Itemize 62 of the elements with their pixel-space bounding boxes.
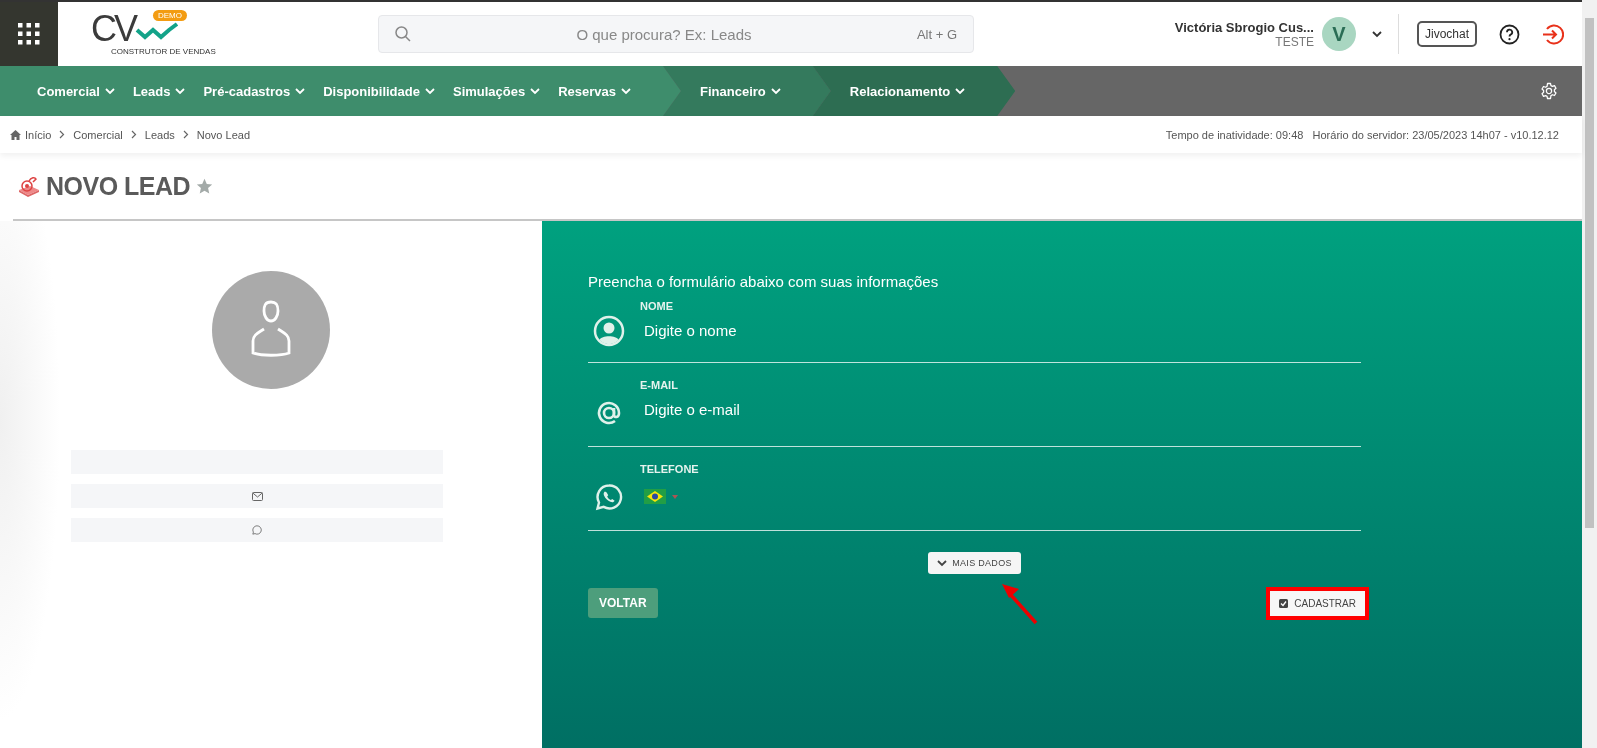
search-field[interactable]: O que procura? Ex: Leads: [421, 24, 907, 44]
brazil-flag-icon: [644, 489, 666, 504]
target-stamp-icon: [18, 175, 40, 197]
search-box[interactable]: O que procura? Ex: Leads Alt + G: [378, 15, 974, 53]
chevron-down-icon: [955, 87, 966, 95]
nav-menu-item[interactable]: Relacionamento: [849, 83, 966, 99]
more-data-button[interactable]: MAIS DADOS: [928, 552, 1021, 574]
search-icon: [395, 26, 411, 42]
vertical-scrollbar[interactable]: [1582, 0, 1597, 748]
field-label: NOME: [640, 300, 674, 312]
form-intro: Preencha o formulário abaixo com suas informações: [588, 273, 940, 290]
chat-button[interactable]: Jivochat: [1416, 21, 1477, 47]
page-title: NOVO LEAD: [46, 171, 191, 201]
user-circle-icon: [593, 315, 625, 347]
logo-letters: CV: [91, 12, 135, 46]
nav-menu-item[interactable]: Simulações: [452, 83, 541, 99]
shortcut-hint: Alt + G: [916, 26, 957, 42]
back-button[interactable]: VOLTAR: [588, 588, 658, 618]
person-silhouette-icon: [250, 300, 292, 360]
nav-menu-item[interactable]: Disponibilidade: [323, 83, 435, 99]
breadcrumb-link[interactable]: Leads: [144, 128, 175, 141]
apps-menu-button[interactable]: [0, 2, 58, 66]
whatsapp-icon: [252, 525, 262, 535]
whatsapp-icon: [595, 482, 623, 511]
checkbox-icon: [1279, 598, 1289, 608]
field-label: E-MAIL: [640, 379, 679, 391]
chevron-down-icon: [104, 87, 115, 95]
nav-menu-item[interactable]: Leads: [132, 83, 186, 99]
help-icon[interactable]: [1499, 23, 1520, 45]
demo-badge: DEMO: [153, 10, 187, 21]
breadcrumb-link[interactable]: Início: [10, 128, 52, 141]
breadcrumb-link[interactable]: Novo Lead: [196, 128, 250, 141]
user-role: TESTE: [1275, 34, 1314, 49]
chevron-down-icon: [175, 87, 186, 95]
logo-tagline: CONSTRUTOR DE VENDAS: [111, 47, 216, 56]
user-name: Victória Sbrogio Cus...: [1174, 19, 1314, 35]
chevron-down-icon: [530, 87, 541, 95]
nav-menu-item[interactable]: Financeiro: [700, 83, 781, 99]
chevron-right-icon: [182, 130, 189, 139]
status-text: Tempo de inatividade: 09:48 Horário do servidor: 23/05/2023 14h07 - v10.12.12: [1165, 128, 1559, 141]
logout-icon[interactable]: [1542, 23, 1564, 45]
nav-menu-item[interactable]: Pré-cadastros: [203, 83, 306, 99]
chevron-down-icon: [424, 87, 435, 95]
favorite-star-icon[interactable]: [196, 177, 214, 195]
user-avatar[interactable]: V: [1321, 17, 1356, 51]
chevron-right-icon: [59, 130, 66, 139]
chevron-down-icon: [937, 559, 948, 567]
settings-icon[interactable]: [1540, 82, 1558, 100]
user-menu-chevron-icon: [1371, 30, 1382, 38]
envelope-icon: [251, 491, 263, 501]
field-label: TELEFONE: [640, 463, 700, 475]
breadcrumb-link[interactable]: Comercial: [73, 128, 123, 141]
text-input[interactable]: Digite o e-mail: [640, 401, 944, 418]
nav-menu-item[interactable]: Comercial: [37, 83, 115, 99]
chevron-down-icon: [770, 87, 781, 95]
text-input[interactable]: Digite o nome: [640, 322, 944, 339]
nav-menu-item[interactable]: Reservas: [558, 83, 632, 99]
grid-icon: [18, 23, 40, 45]
chevron-down-icon: [621, 87, 632, 95]
home-icon: [10, 129, 21, 140]
chevron-right-icon: [130, 130, 137, 139]
chevron-down-icon: [295, 87, 306, 95]
